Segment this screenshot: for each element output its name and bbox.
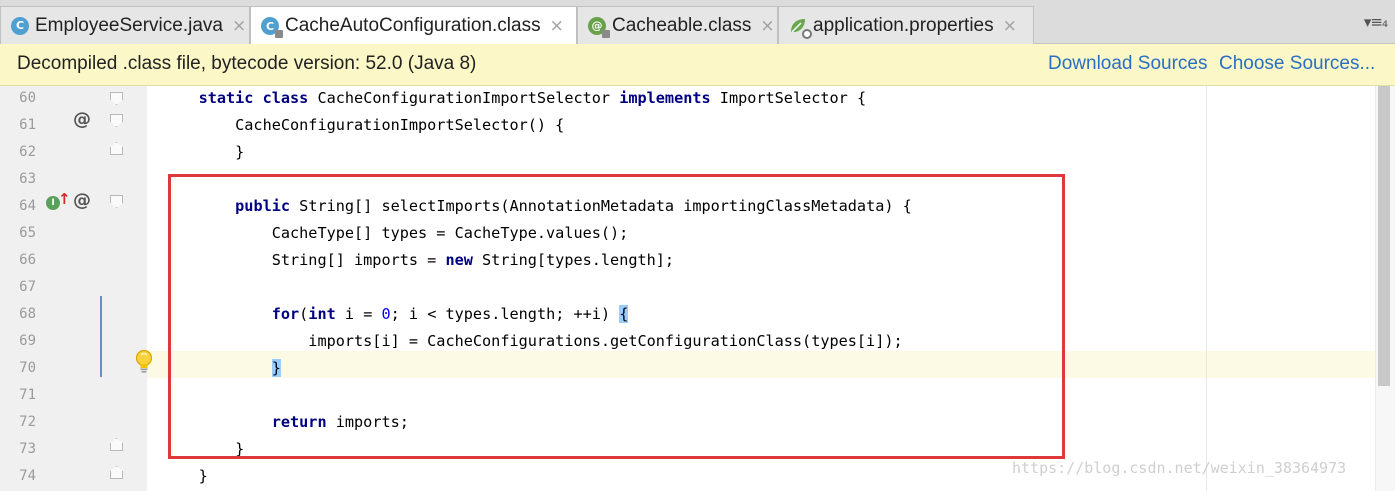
editor-tab-bar: C EmployeeService.java × C CacheAutoConf… (0, 0, 1395, 45)
line-number: 71 (19, 387, 36, 403)
tab-label: CacheAutoConfiguration.class (285, 15, 541, 36)
code-text[interactable]: } (162, 143, 244, 161)
line-number: 60 (19, 90, 36, 106)
annotation-gutter-icon[interactable]: @ (73, 190, 91, 211)
close-tab-icon[interactable]: × (1003, 16, 1017, 36)
code-token: } (162, 467, 208, 485)
code-text[interactable]: static class CacheConfigurationImportSel… (162, 89, 867, 107)
lightbulb-icon[interactable] (134, 349, 154, 375)
code-line[interactable]: 61 CacheConfigurationImportSelector() { (0, 113, 1370, 140)
tab-employeeservice-java[interactable]: C EmployeeService.java × (0, 6, 250, 44)
annotation-gutter-icon[interactable]: @ (73, 109, 91, 130)
line-number: 66 (19, 252, 36, 268)
close-tab-icon[interactable]: × (232, 16, 246, 36)
decompiled-notification-banner: Decompiled .class file, bytecode version… (0, 44, 1395, 86)
line-number: 73 (19, 441, 36, 457)
tab-application-properties[interactable]: application.properties × (778, 6, 1034, 44)
line-number: 72 (19, 414, 36, 430)
code-text[interactable]: } (162, 467, 208, 485)
code-token: CacheConfigurationImportSelector (308, 89, 620, 107)
annotation-class-icon: @ (588, 16, 610, 38)
line-number: 65 (19, 225, 36, 241)
keyword-token: class (262, 89, 309, 107)
line-number: 67 (19, 279, 36, 295)
tab-label: EmployeeService.java (35, 14, 223, 36)
code-token: } (162, 143, 245, 161)
tab-cacheautoconfiguration-class[interactable]: C CacheAutoConfiguration.class × (250, 6, 577, 45)
code-token: ImportSelector { (710, 89, 867, 107)
spring-properties-icon (789, 17, 812, 39)
line-number: 69 (19, 333, 36, 349)
keyword-token: implements (619, 89, 711, 107)
line-number: 63 (19, 171, 36, 187)
download-sources-link[interactable]: Download Sources (1048, 53, 1207, 75)
tab-label: Cacheable.class (612, 14, 752, 36)
line-number: 64 (19, 198, 36, 214)
tab-cacheable-class[interactable]: @ Cacheable.class × (577, 6, 778, 44)
close-tab-icon[interactable]: × (760, 16, 774, 36)
scrollbar-thumb[interactable] (1378, 86, 1390, 386)
keyword-token: static (198, 89, 254, 107)
compiled-class-icon: C (261, 17, 283, 38)
code-line[interactable]: 62 } (0, 140, 1370, 167)
code-text[interactable]: CacheConfigurationImportSelector() { (162, 116, 564, 134)
banner-message: Decompiled .class file, bytecode version… (17, 53, 477, 74)
code-editor[interactable]: 60 static class CacheConfigurationImport… (0, 86, 1395, 491)
line-number: 61 (19, 117, 36, 133)
watermark-text: https://blog.csdn.net/weixin_38364973 (1012, 459, 1347, 477)
choose-sources-link[interactable]: Choose Sources... (1219, 53, 1375, 75)
code-token: CacheConfigurationImportSelector() { (162, 116, 565, 134)
line-number: 62 (19, 144, 36, 160)
line-number: 74 (19, 468, 36, 484)
red-annotation-rectangle (168, 174, 1065, 459)
java-class-icon: C (11, 16, 29, 35)
overrides-arrow-icon[interactable]: ↑ (58, 190, 71, 208)
close-tab-icon[interactable]: × (550, 16, 564, 36)
line-number: 68 (19, 306, 36, 322)
tab-list-menu-icon[interactable]: ▾≡₄ (1364, 13, 1388, 31)
code-line[interactable]: 60 static class CacheConfigurationImport… (0, 86, 1370, 113)
line-number: 70 (19, 360, 36, 376)
tab-label: application.properties (813, 14, 994, 36)
